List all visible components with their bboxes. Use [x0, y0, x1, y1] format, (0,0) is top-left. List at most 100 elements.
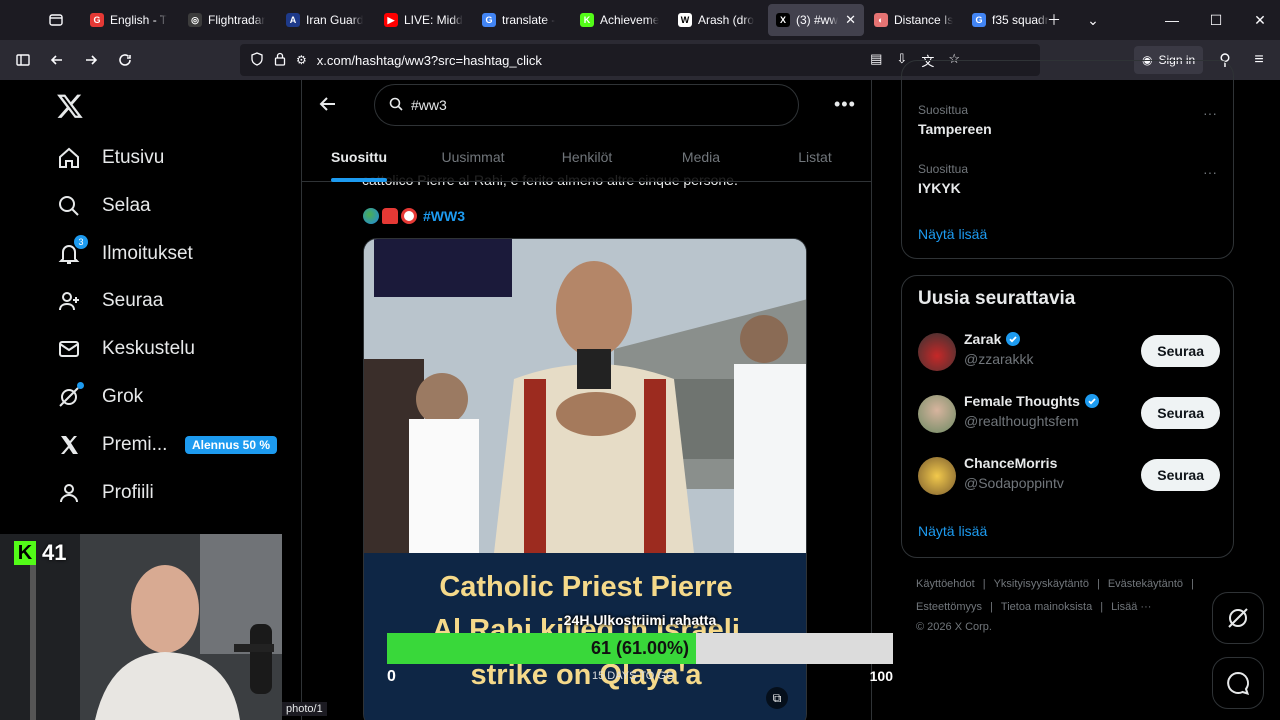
window-close-icon[interactable]: ✕: [1238, 0, 1280, 40]
viewer-count: 41: [42, 540, 67, 565]
premium-discount-badge[interactable]: Alennus 50 %: [185, 436, 278, 454]
site-permissions-icon[interactable]: ⚙: [296, 53, 307, 67]
trend-more-icon[interactable]: ···: [1203, 164, 1217, 180]
back-icon[interactable]: [40, 43, 74, 77]
account-name[interactable]: Female Thoughts: [964, 393, 1080, 409]
nav-notifications[interactable]: 3 Ilmoitukset: [56, 234, 193, 274]
footer-separator: |: [982, 578, 986, 590]
avatar[interactable]: [918, 333, 956, 371]
new-tab-button[interactable]: ＋: [1034, 0, 1074, 40]
forward-icon[interactable]: [74, 43, 108, 77]
footer-link[interactable]: Käyttöehdot: [916, 578, 975, 590]
goal-max-label: 100: [869, 668, 893, 684]
footer-separator: |: [1191, 578, 1194, 590]
reader-view-icon[interactable]: ▤: [870, 51, 882, 70]
browser-tab[interactable]: W Arash (dro: [670, 4, 766, 36]
nav-explore[interactable]: Selaa: [56, 186, 151, 226]
nav-premium[interactable]: Premi...: [56, 425, 167, 465]
tab-label: English - T: [110, 13, 168, 27]
browser-tab[interactable]: ◐ Distance Is: [866, 4, 962, 36]
kick-logo-icon: K: [14, 541, 36, 565]
avatar[interactable]: [918, 457, 956, 495]
nav-follow[interactable]: Seuraa: [56, 281, 163, 321]
sidebar-toggle-icon[interactable]: [6, 43, 40, 77]
right-sidebar: Suosittua Tampereen ··· Suosittua IYKYK …: [873, 60, 1280, 720]
grok-icon: [1228, 608, 1248, 628]
results-tab[interactable]: Henkilöt: [530, 132, 644, 182]
footer-link[interactable]: Yksityisyyskäytäntö: [994, 578, 1089, 590]
trend-name[interactable]: Tampereen: [918, 121, 992, 137]
nav-grok[interactable]: Grok: [56, 377, 143, 417]
siren-emoji-icon: [382, 208, 398, 224]
footer-separator: |: [1100, 601, 1104, 613]
results-tab[interactable]: Suosittu: [302, 132, 416, 182]
tab-favicon-icon: ▶: [384, 13, 398, 27]
trend-name[interactable]: IYKYK: [918, 180, 961, 196]
results-tab[interactable]: Uusimmat: [416, 132, 530, 182]
url-text[interactable]: x.com/hashtag/ww3?src=hashtag_click: [317, 53, 542, 68]
nav-profile[interactable]: Profiili: [56, 473, 154, 513]
account-handle[interactable]: @zzarakkk: [964, 351, 1033, 367]
follow-suggestion[interactable]: ChanceMorris @Sodapoppintv Seuraa: [918, 455, 1220, 499]
show-more-follow-link[interactable]: Näytä lisää: [918, 523, 987, 539]
browser-tab[interactable]: X (3) #ww ✕: [768, 4, 864, 36]
trends-card: Suosittua Tampereen ··· Suosittua IYKYK …: [901, 60, 1234, 259]
maximize-icon[interactable]: ☐: [1194, 0, 1238, 40]
tweet-photo[interactable]: [364, 239, 806, 553]
minimize-icon[interactable]: —: [1150, 0, 1194, 40]
nav-messages[interactable]: Keskustelu: [56, 329, 195, 369]
account-name[interactable]: Zarak: [964, 331, 1001, 347]
follow-button[interactable]: Seuraa: [1141, 335, 1220, 367]
tab-favicon-icon: G: [482, 13, 496, 27]
footer-separator: |: [990, 601, 993, 613]
results-tab[interactable]: Media: [644, 132, 758, 182]
verified-badge-icon: [1006, 332, 1021, 346]
follow-suggestion[interactable]: Female Thoughts @realthoughtsfem Seuraa: [918, 393, 1220, 437]
status-bar-url: photo/1: [282, 702, 327, 716]
nav-label: Premi...: [102, 433, 168, 455]
nav-label: Etusivu: [102, 147, 165, 168]
footer-separator: |: [1096, 578, 1100, 590]
tab-overflow-chevron-icon[interactable]: ⌄: [1073, 0, 1113, 40]
messages-fab-button[interactable]: [1212, 657, 1264, 709]
more-options-icon[interactable]: •••: [834, 94, 856, 115]
lock-icon[interactable]: [274, 52, 286, 69]
browser-tab-bar: G English - T ◎ Flightradar A Iran Guard ▶ LIVE…: [0, 0, 1280, 40]
result-tabs: Suosittu Uusimmat Henkilöt Media Listat: [302, 132, 871, 182]
footer-link[interactable]: Evästekäytäntö: [1108, 578, 1183, 590]
search-input[interactable]: #ww3: [374, 84, 799, 126]
show-more-trends-link[interactable]: Näytä lisää: [918, 226, 987, 242]
tab-close-icon[interactable]: ✕: [845, 12, 856, 28]
follow-button[interactable]: Seuraa: [1141, 397, 1220, 429]
account-handle[interactable]: @realthoughtsfem: [964, 413, 1079, 429]
reload-icon[interactable]: [108, 43, 142, 77]
browser-tab[interactable]: G English - T: [82, 4, 178, 36]
tab-favicon-icon: G: [972, 13, 986, 27]
trend-more-icon[interactable]: ···: [1203, 105, 1217, 121]
menu-icon[interactable]: ≡: [1242, 43, 1276, 77]
nav-home[interactable]: Etusivu: [56, 138, 164, 178]
tab-favicon-icon: K: [580, 13, 594, 27]
shield-icon[interactable]: [250, 51, 264, 69]
browser-tab[interactable]: Gtranslate -: [474, 4, 570, 36]
alt-edit-icon[interactable]: ⧉: [766, 687, 788, 709]
back-arrow-icon[interactable]: [318, 94, 338, 114]
footer-link[interactable]: Tietoa mainoksista: [1001, 601, 1092, 613]
x-logo-icon[interactable]: [56, 92, 84, 120]
priest-photo-illustration: [364, 239, 806, 553]
browser-tab[interactable]: K Achieveme: [572, 4, 668, 36]
tab-favicon-icon: ◐: [874, 13, 888, 27]
browser-tab[interactable]: ▶ LIVE: Midd: [376, 4, 472, 36]
browser-tab[interactable]: ◎ Flightradar: [180, 4, 276, 36]
hashtag-link[interactable]: #WW3: [423, 208, 465, 224]
account-handle[interactable]: @Sodapoppintv: [964, 475, 1064, 491]
follow-button[interactable]: Seuraa: [1141, 459, 1220, 491]
avatar[interactable]: [918, 395, 956, 433]
footer-link[interactable]: Lisää ···: [1111, 601, 1151, 613]
footer-link[interactable]: Esteettömyys: [916, 601, 982, 613]
results-tab[interactable]: Listat: [758, 132, 871, 182]
account-name[interactable]: ChanceMorris: [964, 455, 1057, 471]
follow-suggestion[interactable]: Zarak @zzarakkk Seuraa: [918, 331, 1220, 375]
browser-tab[interactable]: A Iran Guard: [278, 4, 374, 36]
grok-fab-button[interactable]: [1212, 592, 1264, 644]
